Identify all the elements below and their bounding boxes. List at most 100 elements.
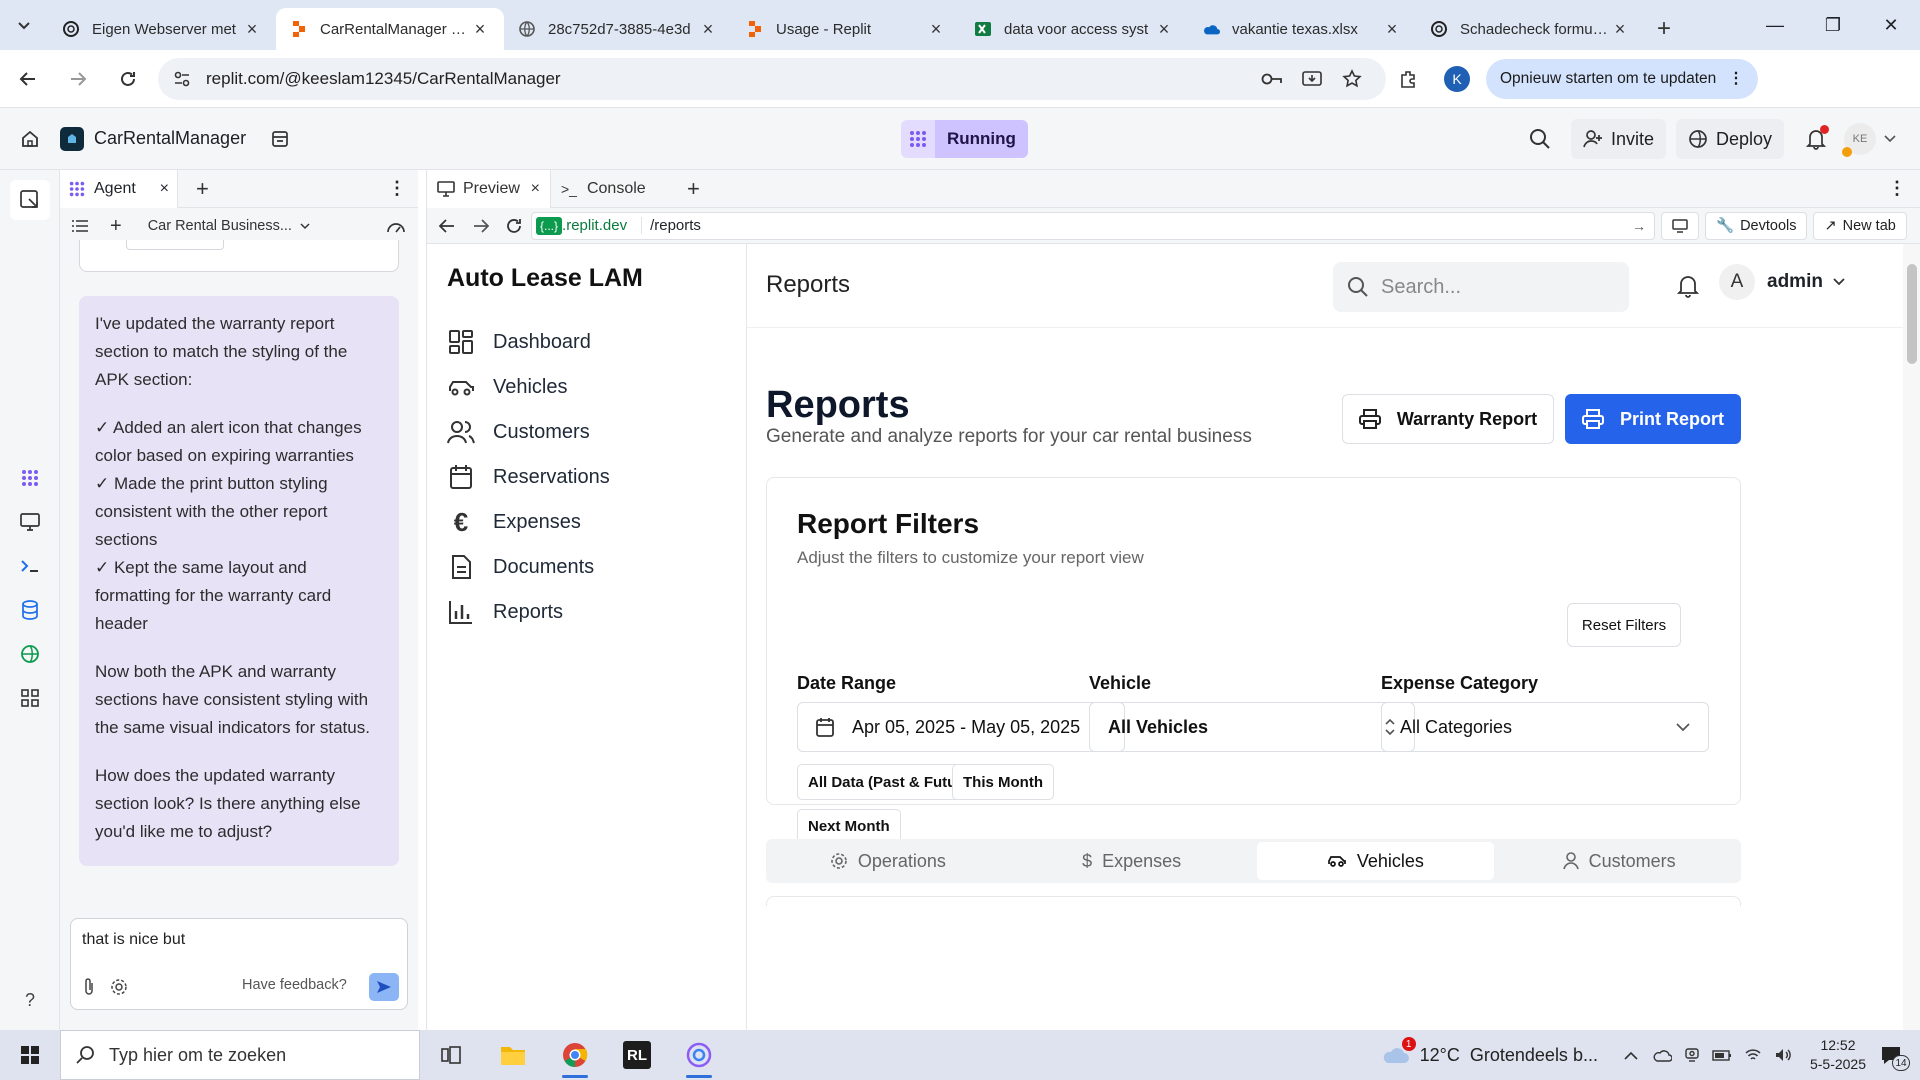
project-name[interactable]: CarRentalManager bbox=[94, 128, 246, 149]
all-tools-grid-icon[interactable] bbox=[16, 684, 44, 712]
sidebar-item-reports[interactable]: Reports bbox=[447, 598, 563, 626]
add-tab-icon[interactable]: + bbox=[687, 176, 700, 202]
close-tab-icon[interactable]: × bbox=[1154, 19, 1174, 40]
omnibox[interactable]: replit.com/@keeslam12345/CarRentalManage… bbox=[158, 57, 1386, 100]
forward-icon[interactable] bbox=[56, 57, 100, 101]
chevron-down-icon[interactable] bbox=[1884, 135, 1896, 143]
run-status-button[interactable]: Running bbox=[901, 120, 1028, 158]
scrollbar-thumb[interactable] bbox=[1907, 264, 1917, 364]
preview-url-bar[interactable]: {...} .replit.dev /reports → bbox=[531, 211, 1655, 240]
sidebar-item-expenses[interactable]: € Expenses bbox=[447, 507, 581, 537]
chrome-icon[interactable] bbox=[544, 1030, 606, 1080]
profile-avatar[interactable]: K bbox=[1444, 65, 1470, 92]
notifications-bell-icon[interactable] bbox=[1806, 125, 1829, 150]
date-range-picker[interactable]: Apr 05, 2025 - May 05, 2025 bbox=[797, 702, 1125, 752]
tab-preview[interactable]: Preview × bbox=[427, 169, 551, 208]
new-chat-icon[interactable]: + bbox=[110, 215, 122, 238]
new-tool-icon[interactable] bbox=[10, 180, 50, 220]
deploy-button[interactable]: Deploy bbox=[1675, 119, 1784, 159]
user-avatar[interactable]: KE bbox=[1842, 123, 1876, 157]
extensions-icon[interactable] bbox=[1386, 69, 1430, 89]
notifications-bell-icon[interactable] bbox=[1677, 274, 1699, 298]
tab-operations[interactable]: Operations bbox=[769, 842, 1007, 880]
search-input[interactable]: Search... bbox=[1333, 262, 1629, 312]
close-tab-icon[interactable]: × bbox=[1382, 19, 1402, 40]
browser-tab[interactable]: 28c752d7-3885-4e3d × bbox=[504, 8, 732, 50]
more-options-icon[interactable]: ⋮ bbox=[388, 178, 406, 199]
preview-monitor-icon[interactable] bbox=[16, 508, 44, 536]
update-button[interactable]: Opnieuw starten om te updaten ⋮ bbox=[1486, 58, 1758, 99]
sidebar-item-dashboard[interactable]: Dashboard bbox=[447, 328, 591, 356]
close-tab-icon[interactable]: × bbox=[470, 19, 490, 40]
close-tab-icon[interactable]: × bbox=[242, 19, 262, 40]
print-report-button[interactable]: Print Report bbox=[1565, 394, 1741, 444]
invite-button[interactable]: Invite bbox=[1570, 119, 1666, 159]
close-window-icon[interactable]: ✕ bbox=[1862, 0, 1920, 50]
close-icon[interactable]: × bbox=[531, 180, 540, 198]
go-arrow-icon[interactable]: → bbox=[1632, 218, 1646, 234]
site-settings-icon[interactable] bbox=[172, 69, 192, 89]
forward-icon[interactable] bbox=[473, 218, 489, 233]
maximize-icon[interactable]: ❐ bbox=[1804, 0, 1862, 50]
usage-gauge-icon[interactable] bbox=[386, 218, 406, 234]
windows-start-icon[interactable] bbox=[0, 1030, 60, 1080]
sidebar-item-customers[interactable]: Customers bbox=[447, 418, 590, 446]
sidebar-item-vehicles[interactable]: Vehicles bbox=[447, 373, 568, 401]
tab-search-button[interactable] bbox=[0, 0, 48, 50]
quick-filter-next-month[interactable]: Next Month bbox=[797, 809, 901, 843]
wifi-icon[interactable] bbox=[1744, 1047, 1762, 1063]
weather-text[interactable]: 12°C Grotendeels b... bbox=[1420, 1045, 1598, 1066]
battery-icon[interactable] bbox=[1712, 1048, 1732, 1062]
scrollbar[interactable] bbox=[1903, 244, 1920, 1030]
attach-icon[interactable] bbox=[81, 977, 97, 997]
close-tab-icon[interactable]: × bbox=[698, 19, 718, 40]
volume-icon[interactable] bbox=[1774, 1047, 1792, 1063]
taskbar-search[interactable]: Typ hier om te zoeken bbox=[60, 1030, 420, 1080]
menu-dots-icon[interactable]: ⋮ bbox=[1728, 69, 1744, 88]
reset-filters-button[interactable]: Reset Filters bbox=[1567, 603, 1681, 647]
weather-cloud-icon[interactable]: 1 bbox=[1382, 1037, 1416, 1065]
home-icon[interactable] bbox=[0, 129, 60, 149]
chat-title[interactable]: Car Rental Business... bbox=[148, 218, 292, 234]
user-menu[interactable]: A admin bbox=[1719, 264, 1845, 300]
notification-center-icon[interactable]: 14 bbox=[1880, 1045, 1910, 1071]
browser-tab[interactable]: vakantie texas.xlsx × bbox=[1188, 8, 1416, 50]
agent-icon[interactable] bbox=[16, 464, 44, 492]
tab-expenses[interactable]: $ Expenses bbox=[1013, 842, 1251, 880]
password-key-icon[interactable] bbox=[1252, 72, 1292, 86]
sidebar-item-reservations[interactable]: Reservations bbox=[447, 463, 610, 491]
project-files-icon[interactable] bbox=[270, 129, 290, 149]
chat-list-icon[interactable] bbox=[72, 219, 88, 233]
console-icon[interactable] bbox=[16, 552, 44, 580]
webcam-icon[interactable] bbox=[1684, 1047, 1700, 1063]
feedback-link[interactable]: Have feedback? bbox=[242, 977, 347, 993]
settings-gear-icon[interactable] bbox=[109, 977, 129, 997]
close-tab-icon[interactable]: × bbox=[1610, 19, 1630, 40]
back-icon[interactable] bbox=[6, 57, 50, 101]
minimize-icon[interactable]: — bbox=[1746, 0, 1804, 50]
clock[interactable]: 12:52 5-5-2025 bbox=[1810, 1036, 1866, 1074]
browser-tab[interactable]: Usage - Replit × bbox=[732, 8, 960, 50]
quick-filter-this-month[interactable]: This Month bbox=[952, 764, 1054, 800]
browser-tab[interactable]: Eigen Webserver met × bbox=[48, 8, 276, 50]
warranty-report-button[interactable]: Warranty Report bbox=[1342, 394, 1554, 444]
help-icon[interactable]: ? bbox=[16, 986, 44, 1014]
domain-chip[interactable]: {...} bbox=[536, 216, 563, 235]
tab-customers[interactable]: Customers bbox=[1500, 842, 1738, 880]
onedrive-icon[interactable] bbox=[1652, 1048, 1672, 1062]
expense-category-select[interactable]: All Categories bbox=[1381, 702, 1709, 752]
search-icon[interactable] bbox=[1529, 128, 1551, 150]
deployments-globe-icon[interactable] bbox=[16, 640, 44, 668]
browser-tab[interactable]: Schadecheck formulier × bbox=[1416, 8, 1644, 50]
close-tab-icon[interactable]: × bbox=[926, 19, 946, 40]
bookmark-star-icon[interactable] bbox=[1332, 68, 1372, 89]
tab-agent[interactable]: Agent × bbox=[60, 169, 178, 208]
tab-vehicles[interactable]: Vehicles bbox=[1256, 842, 1495, 880]
back-icon[interactable] bbox=[439, 218, 455, 233]
chat-composer[interactable]: that is nice but Have feedback? bbox=[70, 918, 408, 1010]
browser-tab[interactable]: data voor access syst × bbox=[960, 8, 1188, 50]
new-tab-button[interactable]: + bbox=[1644, 8, 1684, 50]
install-app-icon[interactable] bbox=[1292, 70, 1332, 88]
reload-icon[interactable] bbox=[505, 217, 523, 235]
send-button[interactable] bbox=[369, 973, 399, 1001]
